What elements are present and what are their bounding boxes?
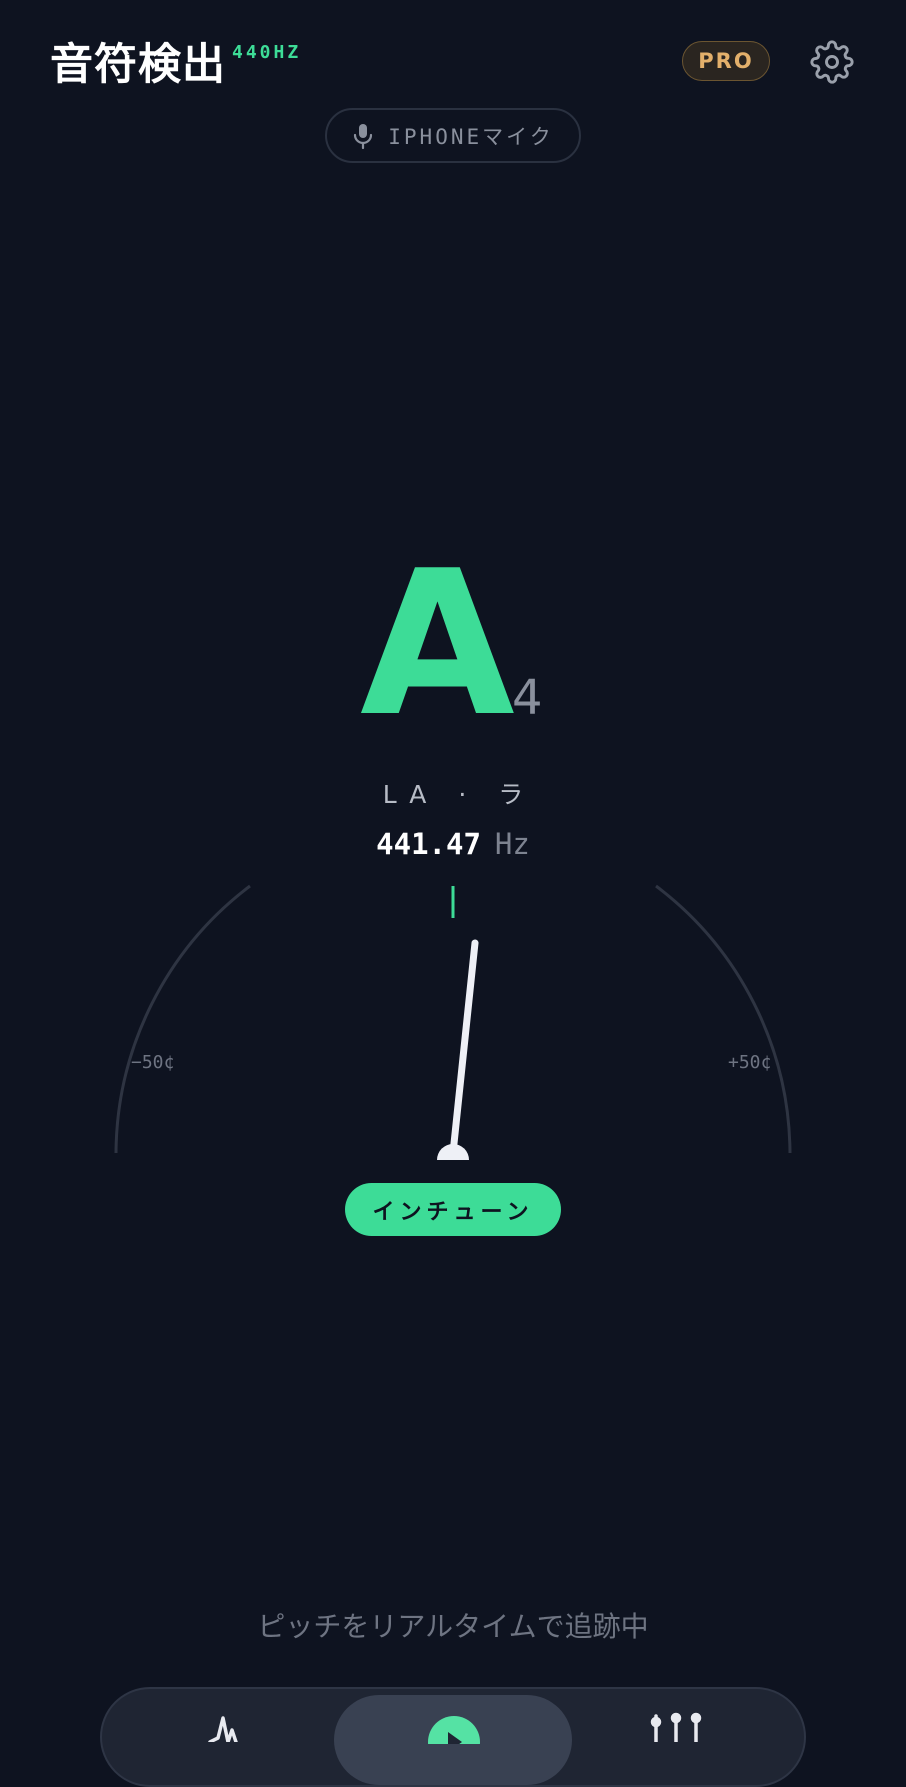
microphone-icon [354,123,373,149]
gauge-arc-left [114,884,251,1154]
page-title: 音符検出 [50,40,226,90]
note-octave: 4 [512,670,543,726]
tracking-status-text: ピッチをリアルタイムで追跡中 [257,1610,649,1643]
settings-button[interactable] [808,38,856,86]
gear-icon [810,40,854,84]
input-source-label: IPHONEマイク [388,124,554,149]
sliders-icon[interactable] [648,1712,704,1742]
play-icon[interactable] [426,1714,482,1744]
note-name: A [360,528,515,761]
frequency-unit: Hz [494,827,530,861]
gauge-arc-right [655,884,792,1154]
needle-pivot [437,1144,469,1160]
tuning-status-badge: インチューン [345,1183,561,1236]
cents-max-label: +50¢ [728,1052,772,1073]
cents-min-label: −50¢ [131,1052,175,1073]
pro-badge[interactable]: PRO [682,41,770,81]
frequency-value: 441.47 [376,827,481,861]
input-source-button[interactable]: IPHONEマイク [325,108,581,163]
solfege-label: LA · ラ [382,780,536,809]
cents-gauge [114,884,792,1160]
reference-pitch-label[interactable]: 440HZ [232,42,301,63]
frequency-readout: 441.47 Hz [0,827,906,861]
gauge-needle [449,939,479,1157]
waveform-icon[interactable] [208,1712,252,1742]
